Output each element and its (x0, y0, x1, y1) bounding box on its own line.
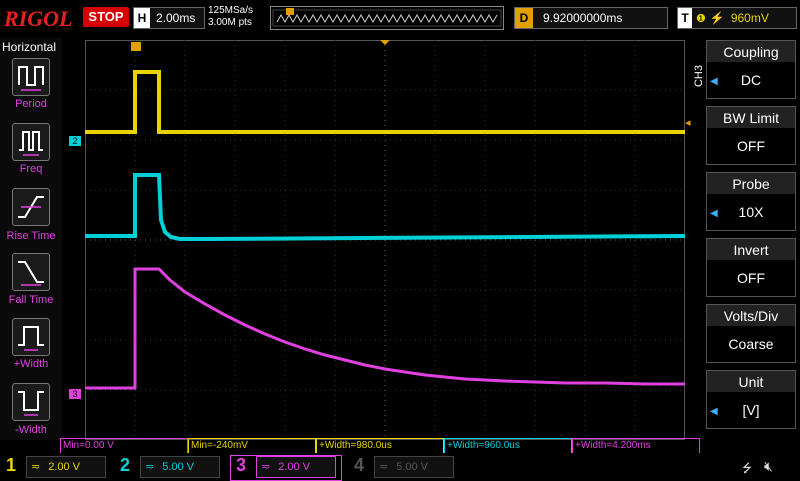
delay-label: D (515, 8, 533, 28)
unit-title: Unit (706, 370, 796, 393)
invert-title: Invert (706, 238, 796, 261)
unit-value[interactable]: [V] (706, 392, 796, 429)
coupling-title: Coupling (706, 40, 796, 63)
menu-channel-tag: CH3 (693, 64, 706, 88)
measurement-ch1-min: Min=-240mV (188, 438, 316, 454)
ch1-coupling-icon: ≂ (31, 461, 41, 473)
coupling-value[interactable]: DC (706, 62, 796, 99)
ch1-scale: 2.00 V (48, 461, 81, 473)
run-stop-indicator[interactable]: STOP (83, 7, 129, 27)
period-measure-button[interactable] (12, 58, 50, 96)
trigger-level: 960mV (730, 11, 769, 25)
measurement-ch3-min: Min=0.00 V (60, 438, 188, 454)
brand-logo: RIGOL (4, 6, 73, 31)
memory-waveform-preview (272, 8, 502, 27)
ch2-scale: 5.00 V (162, 461, 195, 473)
probe-select-icon: ◀ (710, 208, 718, 219)
bw-limit-title: BW Limit (706, 106, 796, 129)
memory-trigger-marker-icon (286, 8, 294, 15)
negative-width-label: -Width (15, 424, 47, 436)
ch2-scale-box[interactable]: ≂ 5.00 V (140, 456, 220, 478)
period-label: Period (15, 98, 47, 110)
positive-width-icon (18, 326, 44, 351)
measurement-ch1-width: +Width=980.0us (316, 438, 444, 454)
timebase-value: 2.00ms (156, 11, 196, 25)
delay-display[interactable]: D 9.92000000ms (514, 7, 668, 29)
positive-width-label: +Width (13, 358, 49, 370)
ch2-number[interactable]: 2 (120, 455, 130, 476)
probe-value[interactable]: 10X (706, 194, 796, 231)
rise-time-label: Rise Time (6, 230, 56, 242)
rising-edge-icon: ⚡ (709, 11, 725, 25)
ch2-offset-marker[interactable]: 2 (69, 136, 81, 146)
period-icon (18, 66, 44, 91)
negative-width-icon (18, 391, 44, 416)
ch3-coupling-icon: ≂ (261, 461, 271, 473)
trigger-label: T (678, 8, 692, 28)
trigger-display[interactable]: T ❶ ⚡ 960mV (677, 7, 797, 29)
rise-time-icon (18, 196, 44, 218)
fall-time-icon (18, 261, 44, 286)
sample-rate: 125MSa/s (208, 5, 254, 16)
usb-icon: ⭍ (742, 461, 752, 475)
frequency-icon (19, 131, 43, 156)
memory-position-overview[interactable] (270, 6, 504, 30)
timebase-label: H (134, 8, 150, 28)
ch3-scale-box[interactable]: ≂ 2.00 V (256, 456, 336, 478)
ch4-scale-box[interactable]: ≂ 5.00 V (374, 456, 454, 478)
trigger-position-marker-icon (131, 42, 141, 51)
coupling-select-icon: ◀ (710, 76, 718, 87)
acquisition-info: 125MSa/s 3.00M pts (208, 5, 253, 29)
ch3-scale: 2.00 V (278, 461, 311, 473)
invert-value[interactable]: OFF (706, 260, 796, 297)
negative-width-measure-button[interactable] (12, 383, 50, 421)
trigger-source-icon: ❶ (696, 13, 706, 25)
ch4-scale: 5.00 V (396, 461, 429, 473)
speaker-muted-icon[interactable]: 🔇︎ (764, 458, 773, 475)
probe-title: Probe (706, 172, 796, 195)
ch4-number[interactable]: 4 (354, 455, 364, 476)
volts-div-value[interactable]: Coarse (706, 326, 796, 363)
ch1-scale-box[interactable]: ≂ 2.00 V (26, 456, 106, 478)
delay-value: 9.92000000ms (543, 11, 623, 25)
fall-time-label: Fall Time (8, 294, 54, 306)
fall-time-measure-button[interactable] (12, 253, 50, 291)
measurement-ch2-width: +Width=960.0us (444, 438, 572, 454)
freq-label: Freq (19, 163, 43, 175)
positive-width-measure-button[interactable] (12, 318, 50, 356)
freq-measure-button[interactable] (12, 123, 50, 161)
ch3-offset-marker[interactable]: 3 (69, 389, 81, 399)
measure-category-title: Horizontal (2, 40, 57, 54)
measurement-ch3-width: +Width=4.200ms (572, 438, 700, 454)
unit-select-icon: ◀ (710, 406, 718, 417)
waveform-grid-svg (85, 40, 686, 440)
waveform-display[interactable] (85, 40, 686, 440)
bw-limit-value[interactable]: OFF (706, 128, 796, 165)
ch2-coupling-icon: ≂ (145, 461, 155, 473)
rise-time-measure-button[interactable] (12, 188, 50, 226)
trigger-level-marker-icon[interactable]: ◂ (685, 116, 691, 129)
volts-div-title: Volts/Div (706, 304, 796, 327)
ch3-number[interactable]: 3 (236, 455, 246, 476)
memory-depth: 3.00M pts (208, 17, 252, 28)
timebase-display[interactable]: H 2.00ms (133, 7, 205, 29)
ch4-coupling-icon: ≂ (379, 461, 389, 473)
ch1-number[interactable]: 1 (6, 455, 16, 476)
